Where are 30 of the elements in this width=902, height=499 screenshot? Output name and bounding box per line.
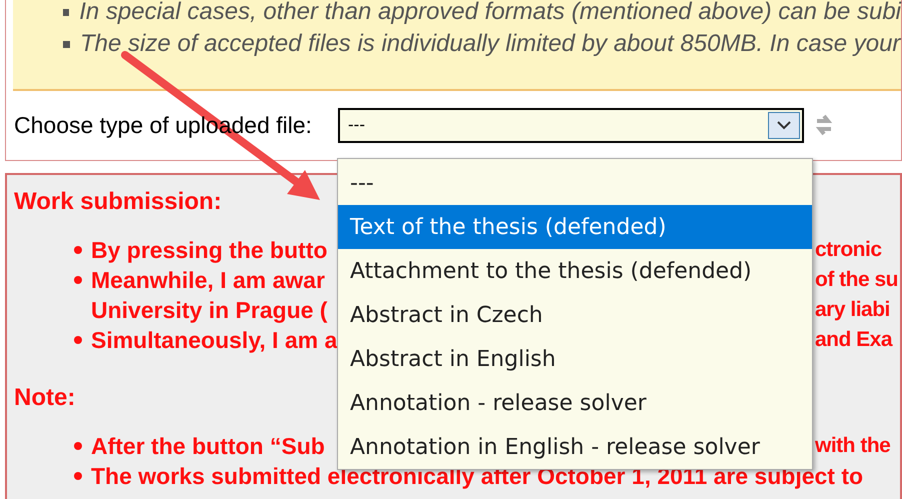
dropdown-option[interactable]: Text of the thesis (defended): [338, 205, 812, 249]
dropdown-option[interactable]: Attachment to the thesis (defended): [338, 249, 812, 293]
bullet-text: with the: [815, 434, 890, 458]
file-type-select[interactable]: ---: [338, 108, 804, 142]
bullet-text: ctronic: [815, 238, 882, 262]
dropdown-option[interactable]: Annotation - release solver: [338, 381, 812, 425]
chevron-down-icon[interactable]: [768, 112, 800, 138]
notice-text: The size of accepted files is individually limited by about 850MB. In case your: [80, 29, 900, 59]
dropdown-option[interactable]: Annotation in English - release solver: [338, 425, 812, 469]
bullet-icon: [74, 336, 82, 344]
bullet-text: of the su: [815, 268, 898, 292]
bullet-icon: [63, 40, 70, 48]
bullet-text: University in Prague (: [91, 296, 328, 323]
bullet-icon: [74, 276, 82, 284]
bullet-text: ary liabi: [815, 298, 890, 322]
section-title: Work submission:: [14, 188, 222, 215]
bullet-icon: [74, 442, 82, 450]
dropdown-option[interactable]: Abstract in Czech: [338, 293, 812, 337]
bullet-text: After the button “Sub: [91, 432, 325, 459]
dropdown-option[interactable]: ---: [338, 161, 812, 205]
dropdown-option[interactable]: Abstract in English: [338, 337, 812, 381]
bullet-icon: [74, 246, 82, 254]
bullet-text: By pressing the butto: [91, 236, 328, 263]
bullet-icon: [74, 472, 82, 480]
notice-text: In special cases, other than approved formats (mentioned above) can be subi: [79, 0, 901, 27]
bullet-text: Simultaneously, I am a: [91, 326, 338, 353]
bullet-icon: [63, 8, 70, 16]
section-title: Note:: [14, 384, 76, 411]
bullet-text: Meanwhile, I am awar: [91, 266, 325, 293]
bullet-text: and Exa: [815, 328, 892, 352]
